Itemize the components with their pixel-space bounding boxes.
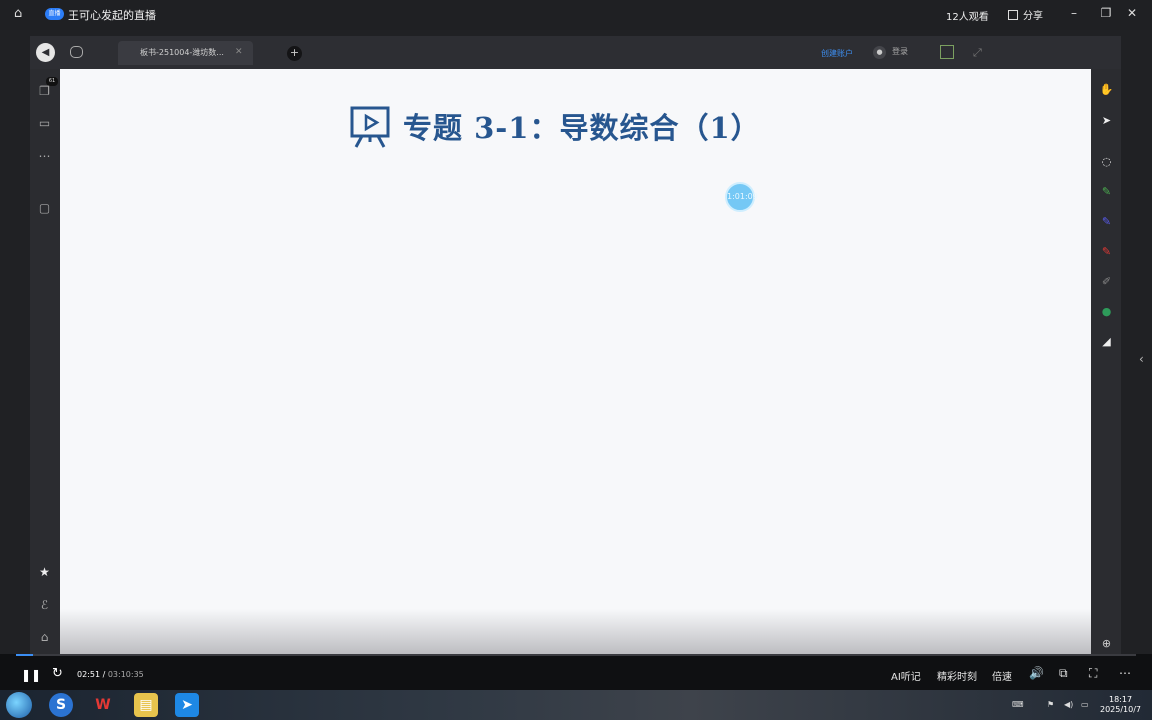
keyboard-icon[interactable]: ⌨ <box>1012 700 1024 709</box>
system-clock[interactable]: 18:17 2025/10/7 <box>1100 695 1141 715</box>
create-account-link[interactable]: 创建账户 <box>821 48 853 59</box>
progress-fill <box>16 654 33 656</box>
hand-icon[interactable]: ✋ <box>1099 82 1114 97</box>
reload-icon[interactable]: ↻ <box>52 666 63 681</box>
more-options-icon[interactable]: ⋯ <box>1119 666 1131 680</box>
signature-icon[interactable]: ℰ <box>37 598 52 613</box>
start-button[interactable] <box>6 692 32 718</box>
highlights-button[interactable]: 精彩时刻 <box>937 668 977 683</box>
whiteboard-canvas[interactable]: 专题 3-1：导数综合（1） 1:01:09 <box>60 69 1091 654</box>
pen-red-icon[interactable]: ✎ <box>1099 244 1114 259</box>
add-tab-button[interactable]: + <box>287 46 302 61</box>
current-time: 02:51 <box>77 670 101 679</box>
clock-time: 18:17 <box>1108 695 1133 704</box>
cloud-sync-icon[interactable] <box>70 46 83 58</box>
video-player: ◀ 板书-251004-潍坊数... ✕ + 创建账户 ● 登录 ⤢ 61 ❐ ▭… <box>30 36 1121 654</box>
volume-icon[interactable]: 🔊 <box>1029 666 1044 680</box>
folder-icon[interactable]: ▤ <box>134 693 158 717</box>
share-button[interactable]: 分享 <box>1008 7 1043 22</box>
app-icon[interactable]: ➤ <box>175 693 199 717</box>
expand-icon[interactable]: ⤢ <box>973 46 982 60</box>
whiteboard-app-bar: ◀ 板书-251004-潍坊数... ✕ + 创建账户 ● 登录 ⤢ <box>30 36 1121 69</box>
share-label: 分享 <box>1023 11 1043 22</box>
slide-title-text: 专题 3-1：导数综合（1） <box>403 111 761 145</box>
timer-bubble[interactable]: 1:01:09 <box>725 182 758 212</box>
side-panel-toggle-icon[interactable]: ‹ <box>1139 352 1144 366</box>
star-icon[interactable]: ★ <box>37 565 52 580</box>
viewer-count: 12人观看 <box>946 12 989 23</box>
pen-blue-icon[interactable]: ✎ <box>1099 214 1114 229</box>
pip-icon[interactable]: ⧉ <box>1059 666 1068 681</box>
browser-icon[interactable]: S <box>49 693 73 717</box>
restore-icon[interactable]: ❐ <box>1098 5 1114 21</box>
presentation-icon <box>350 106 390 148</box>
book-icon[interactable]: ▭ <box>37 116 52 131</box>
add-icon[interactable]: ⊕ <box>1099 636 1114 651</box>
effects-icon[interactable] <box>940 45 954 59</box>
tab-board[interactable]: 板书-251004-潍坊数... <box>118 41 253 65</box>
right-toolbar: ✋ ➤ ◌ ✎ ✎ ✎ ✐ ● ◢ ⊕ <box>1091 69 1121 654</box>
network-icon[interactable]: ⚑ <box>1047 700 1054 709</box>
cursor-icon[interactable]: ➤ <box>1099 113 1114 128</box>
close-tab-icon[interactable]: ✕ <box>235 47 243 57</box>
screen-icon[interactable]: ▭ <box>1081 700 1089 709</box>
user-icon: ● <box>873 46 886 59</box>
speed-button[interactable]: 倍速 <box>992 668 1012 683</box>
ai-notes-button[interactable]: AI听记 <box>891 668 921 683</box>
speaker-icon[interactable]: ◀) <box>1064 700 1073 709</box>
fullscreen-icon[interactable]: ⛶ <box>1089 666 1097 681</box>
home-icon[interactable]: ⌂ <box>14 7 28 21</box>
pen-green-icon[interactable]: ✎ <box>1099 184 1114 199</box>
left-toolbar: 61 ❐ ▭ ⋯ ▢ ★ ℰ ⌂ <box>30 69 60 654</box>
pause-icon[interactable]: ❚❚ <box>21 668 41 682</box>
clock-date: 2025/10/7 <box>1100 705 1142 714</box>
eraser-icon[interactable]: ◢ <box>1099 334 1114 349</box>
total-time: 03:10:35 <box>107 670 144 679</box>
tab-label: 板书-251004-潍坊数... <box>140 48 224 57</box>
taskbar: S W ▤ ➤ ⌨ ⚑ ◀) ▭ 18:17 2025/10/7 <box>0 690 1152 720</box>
lasso-icon[interactable]: ◌ <box>1099 154 1114 169</box>
graduation-icon[interactable]: ⌂ <box>37 630 52 645</box>
more-icon[interactable]: ⋯ <box>37 149 52 164</box>
window-icon[interactable]: ▢ <box>37 201 52 216</box>
canvas-fade <box>60 609 1091 654</box>
room-title: 王可心发起的直播 <box>68 9 156 22</box>
window-title-bar: ⌂ 直播 王可心发起的直播 12人观看 分享 – ❐ ✕ <box>0 0 1152 30</box>
pencil-icon[interactable]: ✐ <box>1099 274 1114 289</box>
time-display: 02:51 / 03:10:35 <box>77 670 144 679</box>
minimize-icon[interactable]: – <box>1066 5 1082 21</box>
login-button[interactable]: ● 登录 <box>873 46 908 59</box>
back-icon[interactable]: ◀ <box>36 43 55 62</box>
share-icon <box>1008 10 1018 20</box>
live-badge: 直播 <box>45 8 64 20</box>
playback-controls: ❚❚ ↻ 02:51 / 03:10:35 AI听记 精彩时刻 倍速 🔊 ⧉ ⛶… <box>0 654 1152 690</box>
wps-icon[interactable]: W <box>91 693 115 717</box>
close-icon[interactable]: ✕ <box>1124 5 1140 21</box>
time-separator: / <box>100 670 108 679</box>
color-dot-icon[interactable]: ● <box>1099 304 1114 319</box>
slide-title: 专题 3-1：导数综合（1） <box>347 103 761 149</box>
progress-bar[interactable] <box>16 654 1136 656</box>
pages-icon[interactable]: ❐ <box>37 84 52 99</box>
login-label: 登录 <box>892 47 908 56</box>
